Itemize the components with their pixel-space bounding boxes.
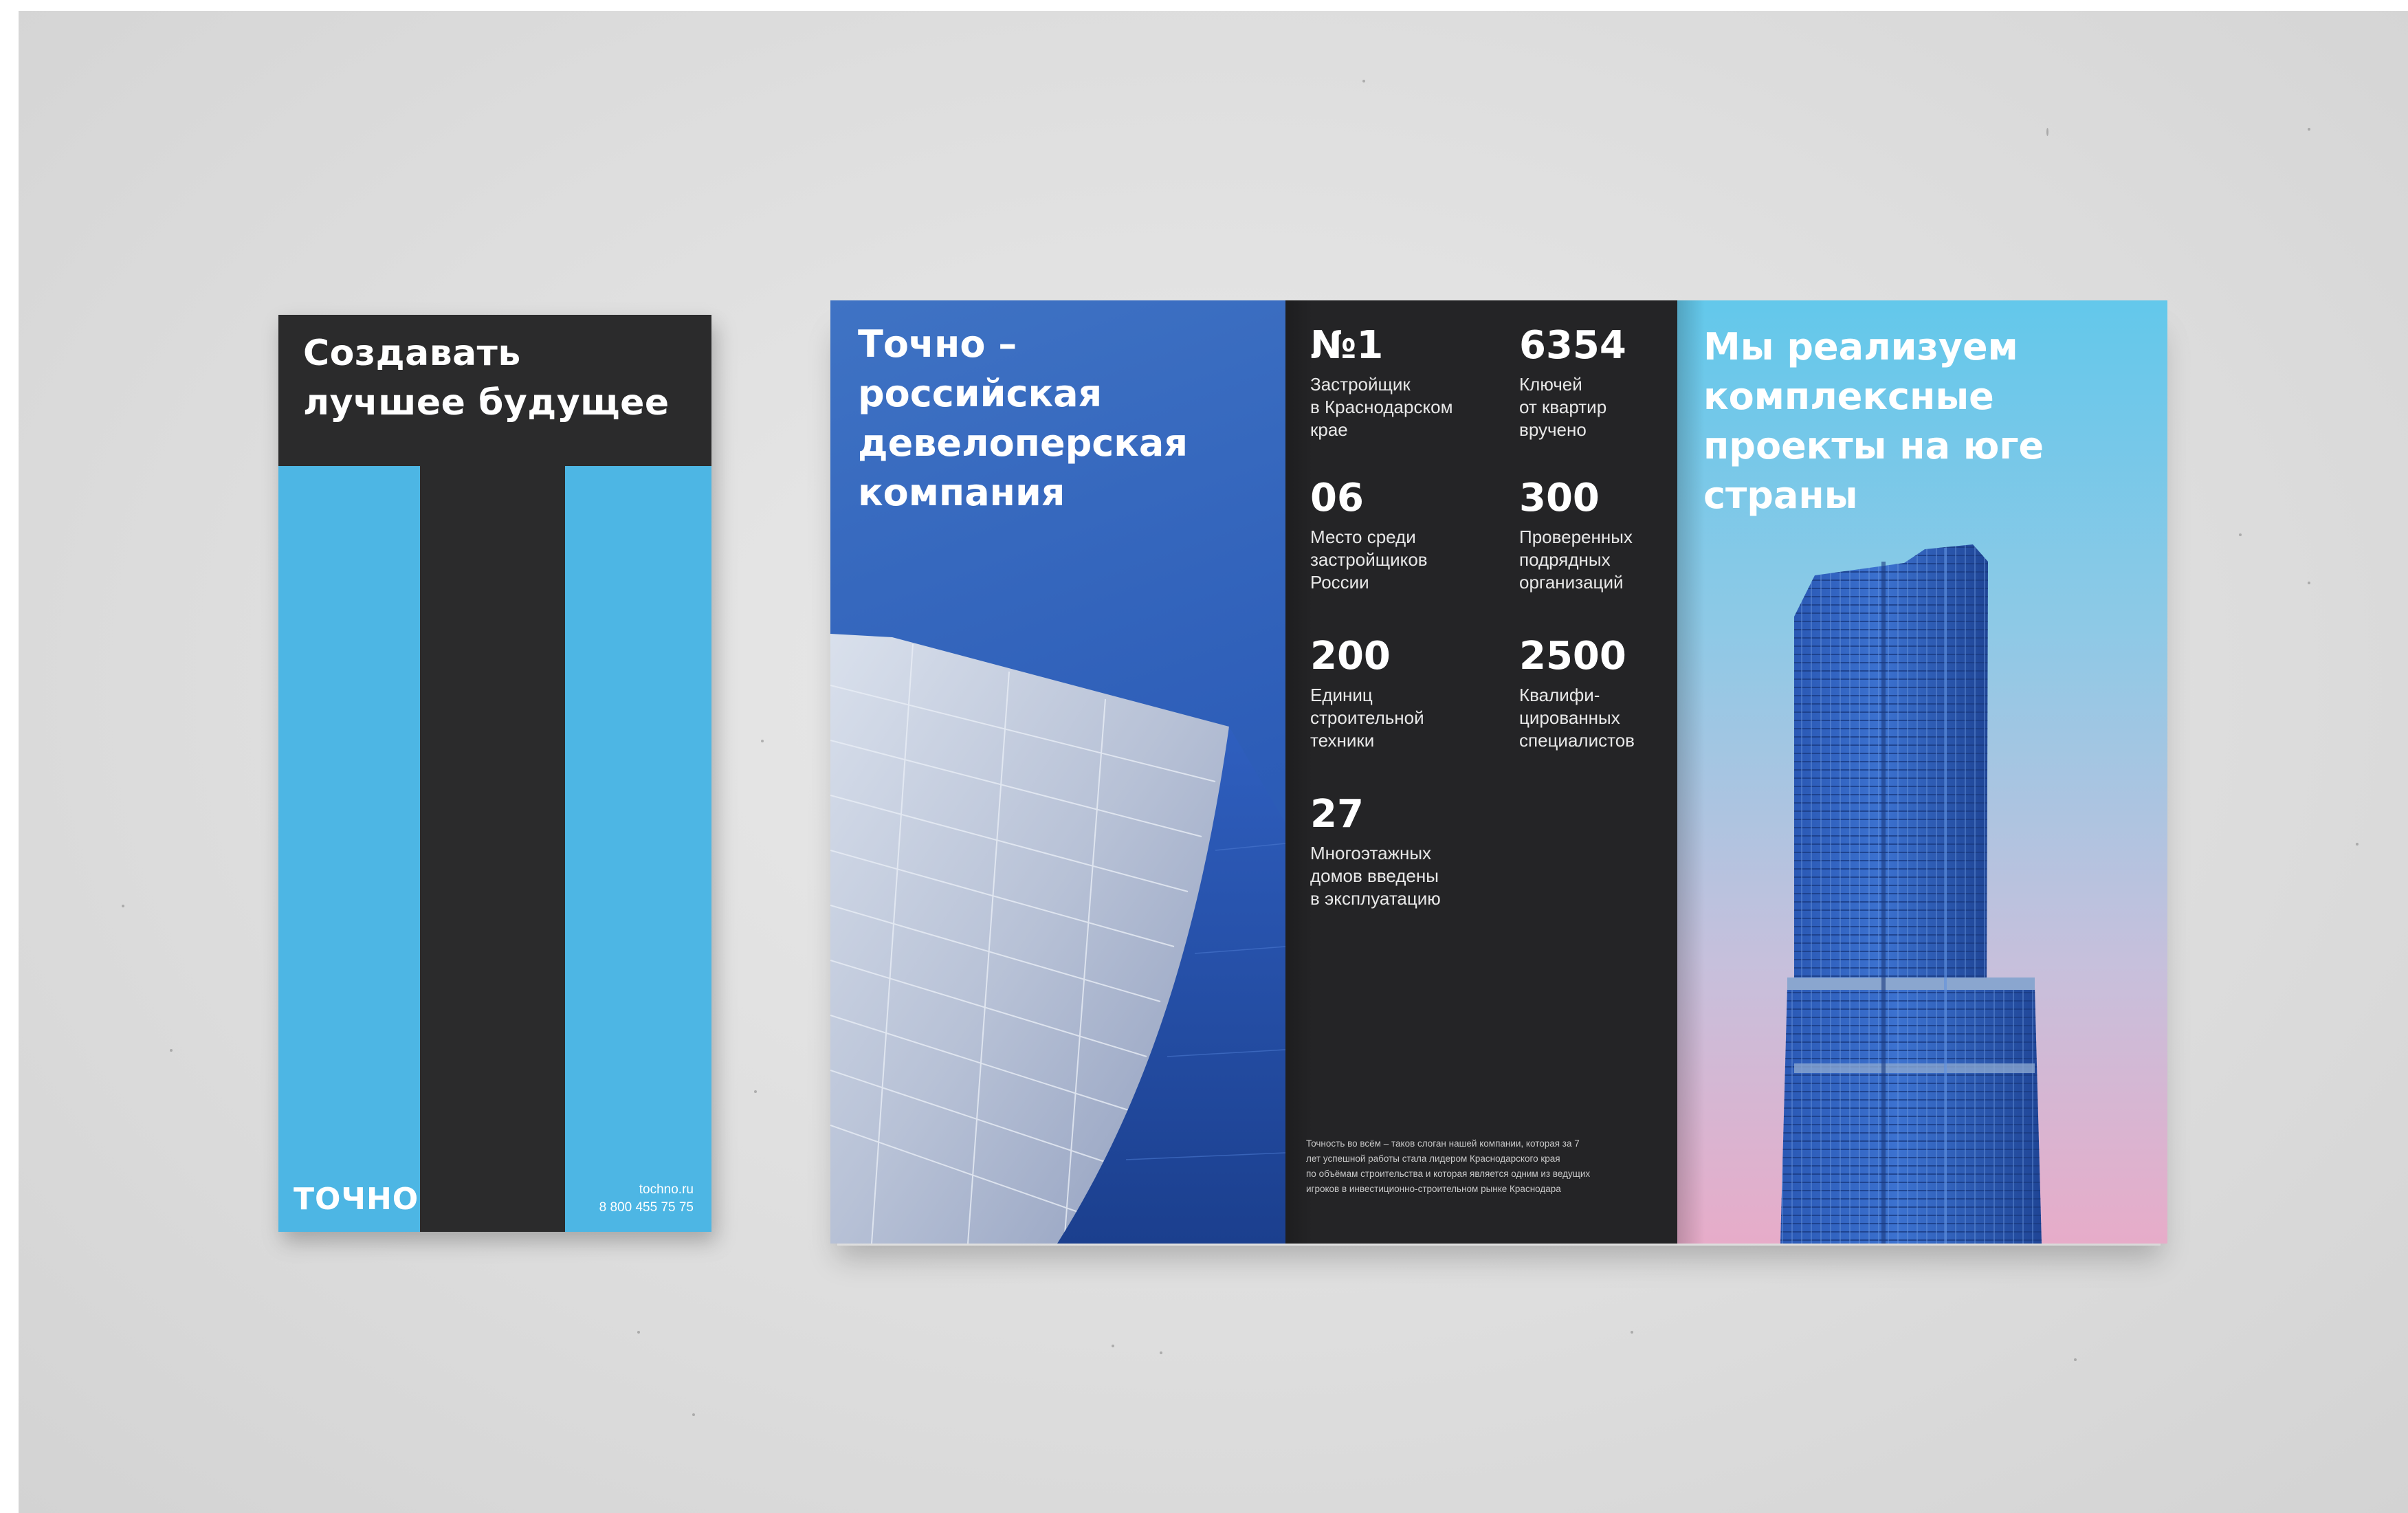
- panel-stats: №1 Застройщик в Краснодарском крае 6354 …: [1285, 300, 1677, 1244]
- panel3-title-line: Мы реализуем: [1703, 325, 2018, 368]
- stat-number: №1: [1310, 323, 1384, 368]
- panel-company-intro: Точно – российская девелоперская компани…: [830, 300, 1285, 1244]
- panel1-title-line: девелоперская: [858, 421, 1189, 465]
- stat-label: Многоэтажных домов введены в эксплуатаци…: [1310, 843, 1441, 909]
- cover-title-line: лучшее будущее: [303, 382, 670, 423]
- panel3-title: Мы реализуем комплексные проекты на юге …: [1703, 322, 2143, 520]
- brochure-spread: Точно – российская девелоперская компани…: [830, 300, 2167, 1244]
- stat-machinery: 200 Единиц строительной техники: [1310, 636, 1424, 752]
- website-text: tochno.ru: [639, 1182, 694, 1197]
- about-company-text: Точность во всём – таков слоган нашей ко…: [1306, 1138, 1591, 1194]
- panel1-title-line: компания: [858, 471, 1065, 514]
- brand-logo: ТОЧНО: [294, 1182, 419, 1217]
- panel1-title-line: российская: [858, 372, 1103, 415]
- stat-number: 06: [1310, 476, 1364, 520]
- cover-blue-stripe-left: [278, 466, 420, 1232]
- cover-contacts: tochno.ru 8 800 455 75 75: [599, 1181, 694, 1217]
- stat-label: Место среди застройщиков России: [1310, 527, 1428, 593]
- panel3-title-line: страны: [1703, 474, 1858, 517]
- panel-projects: Мы реализуем комплексные проекты на юге …: [1677, 300, 2167, 1244]
- stat-number: 27: [1310, 792, 1364, 837]
- stat-label: Единиц строительной техники: [1310, 685, 1424, 751]
- cover-title-line: Создавать: [303, 333, 521, 374]
- stat-number: 2500: [1519, 634, 1626, 678]
- stat-number: 200: [1310, 634, 1391, 678]
- panel3-title-line: проекты на юге: [1703, 424, 2044, 467]
- panel3-title-line: комплексные: [1703, 375, 1994, 418]
- stat-number: 6354: [1519, 323, 1626, 368]
- stat-specialists: 2500 Квалифи- цированных специалистов: [1519, 636, 1635, 752]
- stat-contractors: 300 Проверенных подрядных организаций: [1519, 478, 1633, 594]
- stat-label: Ключей от квартир вручено: [1519, 374, 1607, 440]
- cover-blue-stripe-right: [565, 466, 711, 1232]
- stat-rank-region: №1 Застройщик в Краснодарском крае: [1310, 325, 1452, 441]
- stat-rank-russia: 06 Место среди застройщиков России: [1310, 478, 1428, 594]
- stat-keys: 6354 Ключей от квартир вручено: [1519, 325, 1626, 441]
- stat-buildings: 27 Многоэтажных домов введены в эксплуат…: [1310, 794, 1441, 910]
- brochure-cover: Создавать лучшее будущее ТОЧНО tochno.ru…: [278, 315, 711, 1232]
- stat-label: Квалифи- цированных специалистов: [1519, 685, 1635, 751]
- stat-label: Проверенных подрядных организаций: [1519, 527, 1633, 593]
- phone-text: 8 800 455 75 75: [599, 1200, 694, 1215]
- panel1-title-line: Точно –: [858, 322, 1017, 366]
- stat-number: 300: [1519, 476, 1600, 520]
- panel1-title: Точно – российская девелоперская компани…: [858, 320, 1257, 518]
- cover-title: Создавать лучшее будущее: [303, 329, 702, 428]
- stat-label: Застройщик в Краснодарском крае: [1310, 374, 1453, 440]
